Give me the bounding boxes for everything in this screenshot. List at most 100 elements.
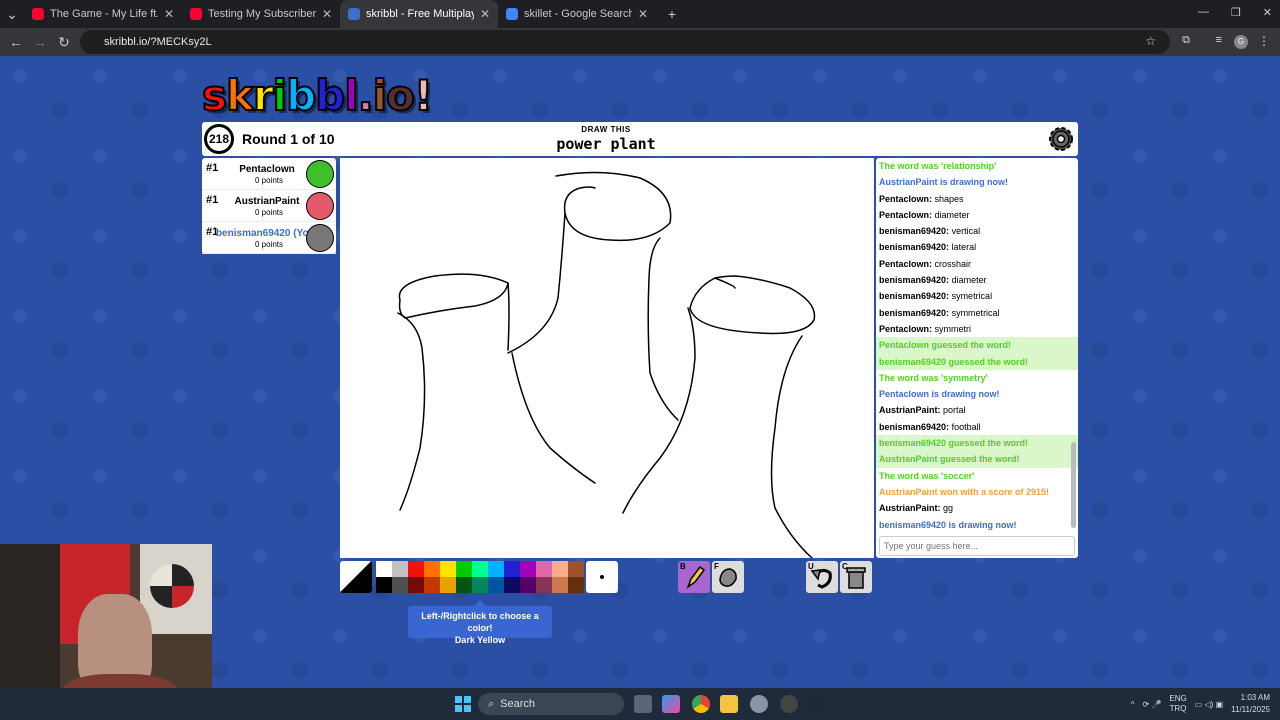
bookmark-star-icon[interactable]: ☆: [1145, 34, 1156, 48]
browser-tab[interactable]: The Game - My Life ft. Lil W ✕: [24, 0, 182, 28]
browser-tab[interactable]: Testing My Subscribers' Struggl ✕: [182, 0, 340, 28]
extensions-icon[interactable]: ⧉: [1182, 34, 1190, 47]
color-swatch[interactable]: [504, 577, 520, 593]
chat-text: symetrical: [951, 291, 993, 302]
color-swatch[interactable]: [408, 577, 424, 593]
obs-icon[interactable]: [780, 695, 798, 713]
chat-text: diameter: [934, 209, 970, 220]
chat-text: The word was 'relationship': [879, 161, 997, 171]
color-swatch[interactable]: [520, 561, 536, 577]
restore-icon[interactable]: ❐: [1231, 6, 1241, 19]
color-swatch[interactable]: [488, 577, 504, 593]
color-swatch[interactable]: [376, 561, 392, 577]
close-window-icon[interactable]: ✕: [1263, 6, 1272, 19]
steam-icon[interactable]: [808, 695, 826, 713]
current-color-swatch[interactable]: [340, 561, 372, 593]
drawing-canvas[interactable]: [340, 158, 874, 559]
settings-icon[interactable]: [750, 695, 768, 713]
tab-list-chevron-icon[interactable]: ⌄: [0, 6, 24, 23]
browser-tab[interactable]: skillet - Google Search ✕: [498, 0, 656, 28]
chat-scrollbar[interactable]: [1071, 162, 1076, 528]
settings-gear-icon[interactable]: [1046, 124, 1076, 154]
tab-title: skribbl - Free Multiplayer Draw: [366, 8, 474, 20]
chat-text: Pentaclown is drawing now!: [879, 389, 1000, 400]
clear-button[interactable]: C: [840, 561, 872, 593]
tab-close-icon[interactable]: ✕: [164, 7, 174, 21]
game-header: 218 Round 1 of 10 DRAW THIS power plant: [202, 122, 1078, 156]
color-swatch[interactable]: [424, 577, 440, 593]
color-swatch[interactable]: [376, 577, 392, 593]
chat-text: lateral: [951, 242, 977, 253]
chat-scrollbar-thumb[interactable]: [1071, 442, 1076, 528]
reload-icon[interactable]: ↻: [52, 34, 76, 51]
fill-tool-button[interactable]: F: [712, 561, 744, 593]
file-explorer-icon[interactable]: [720, 695, 738, 713]
color-swatch[interactable]: [472, 577, 488, 593]
tray-icons[interactable]: ⟳ 🎤: [1143, 700, 1162, 709]
color-swatch[interactable]: [408, 561, 424, 577]
copilot-icon[interactable]: [662, 695, 680, 713]
chrome-icon[interactable]: [692, 695, 710, 713]
color-swatch[interactable]: [536, 577, 552, 593]
language-indicator[interactable]: ENG TRQ: [1169, 694, 1186, 714]
task-view-icon[interactable]: [634, 695, 652, 713]
color-swatch[interactable]: [392, 577, 408, 593]
tray-chevron-icon[interactable]: ^: [1131, 700, 1135, 709]
color-swatch[interactable]: [440, 577, 456, 593]
windows-start-icon[interactable]: [455, 696, 471, 712]
tab-close-icon[interactable]: ✕: [480, 7, 490, 21]
back-icon[interactable]: ←: [4, 34, 28, 50]
color-swatch[interactable]: [456, 577, 472, 593]
chat-text: vertical: [951, 226, 981, 237]
media-icon[interactable]: ≡: [1216, 34, 1222, 46]
chat-text: gg: [943, 503, 954, 514]
guess-input[interactable]: [879, 536, 1075, 556]
chat-message: Pentaclown: symmetri: [876, 321, 1078, 337]
drawing-strokes: [397, 171, 816, 559]
color-swatch[interactable]: [552, 561, 568, 577]
chat-message: Pentaclown: crosshair: [876, 256, 1078, 272]
brush-size-button[interactable]: [586, 561, 618, 593]
color-swatch[interactable]: [552, 577, 568, 593]
player-row[interactable]: #1 AustrianPaint 0 points: [202, 190, 336, 222]
color-swatch[interactable]: [488, 561, 504, 577]
color-swatch[interactable]: [536, 561, 552, 577]
color-swatch[interactable]: [568, 561, 584, 577]
brush-tool-button[interactable]: B: [678, 561, 710, 593]
chat-author: benisman69420:: [879, 307, 950, 318]
color-swatch[interactable]: [520, 577, 536, 593]
browser-menu-icon[interactable]: ⋮: [1258, 34, 1270, 48]
network-volume-battery-icons[interactable]: ▭ ◁) ▣: [1195, 700, 1223, 709]
minimize-icon[interactable]: —: [1198, 6, 1209, 19]
undo-button[interactable]: U: [806, 561, 838, 593]
color-swatch[interactable]: [568, 577, 584, 593]
chat-message: benisman69420: vertical: [876, 223, 1078, 239]
color-palette: [376, 561, 584, 593]
browser-tab[interactable]: skribbl - Free Multiplayer Draw ✕: [340, 0, 498, 28]
tab-close-icon[interactable]: ✕: [638, 7, 648, 21]
player-row[interactable]: #1 benisman69420 (You) 0 points: [202, 222, 336, 254]
tab-close-icon[interactable]: ✕: [322, 7, 332, 21]
color-swatch[interactable]: [456, 561, 472, 577]
language-code: ENG: [1169, 694, 1187, 703]
player-row[interactable]: #1 Pentaclown 0 points: [202, 158, 336, 190]
undo-key-label: U: [808, 562, 814, 571]
color-swatch[interactable]: [504, 561, 520, 577]
taskbar-search[interactable]: ⌕ Search: [478, 693, 624, 715]
color-swatch[interactable]: [424, 561, 440, 577]
chat-text: benisman69420 guessed the word!: [879, 356, 1029, 367]
new-tab-button[interactable]: +: [660, 6, 684, 22]
chat-message: The word was 'soccer': [876, 468, 1078, 484]
tab-favicon-icon: [348, 8, 360, 20]
logo-letter: .: [357, 70, 375, 121]
color-swatch[interactable]: [392, 561, 408, 577]
chat-text: AustrianPaint won with a score of 2915!: [879, 486, 1050, 497]
profile-avatar[interactable]: G: [1234, 35, 1248, 49]
color-swatch[interactable]: [472, 561, 488, 577]
forward-icon[interactable]: →: [28, 34, 52, 50]
url-field[interactable]: skribbl.io/?MECKsy2L: [80, 30, 1170, 54]
taskbar-clock[interactable]: 1:03 AM 11/11/2025: [1231, 692, 1270, 716]
color-swatch[interactable]: [440, 561, 456, 577]
tab-favicon-icon: [190, 8, 202, 20]
chat-text: symmetrical: [951, 307, 1000, 318]
